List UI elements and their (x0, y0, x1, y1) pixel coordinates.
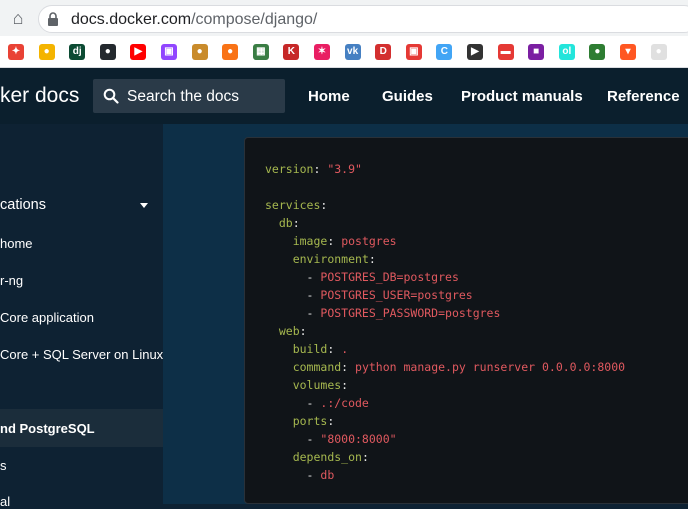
docker-docs-logo[interactable]: ker docs (0, 84, 79, 108)
yaml-image-value: postgres (341, 234, 397, 248)
hat-icon[interactable]: ● (191, 44, 208, 60)
yaml-key-build: build (292, 342, 328, 356)
c-icon[interactable]: C (436, 44, 453, 60)
yaml-key-command: command (292, 360, 342, 374)
d-icon[interactable]: D (375, 44, 392, 60)
yaml-depends-value: db (320, 468, 335, 482)
sidebar: cations home r-ng Core application Core … (0, 124, 163, 509)
k-icon[interactable]: K (283, 44, 300, 60)
yaml-port-value: "8000:8000" (320, 432, 397, 446)
orange-icon[interactable]: ● (222, 44, 239, 60)
nav-guides[interactable]: Guides (382, 88, 433, 105)
sidebar-item-home[interactable]: home (0, 236, 33, 251)
picture-icon[interactable]: ▦ (252, 44, 269, 60)
yaml-key-web: web (278, 324, 300, 338)
search-placeholder: Search the docs (127, 88, 240, 105)
shop-icon[interactable]: ▾ (620, 44, 636, 60)
yaml-version-value: "3.9" (327, 162, 362, 176)
url-host: docs.docker.com (71, 11, 192, 28)
search-icon (103, 88, 119, 104)
yaml-key-services: services (265, 198, 321, 212)
info-icon[interactable]: ● (650, 44, 667, 60)
tv-icon[interactable]: ▣ (405, 44, 422, 60)
bird-icon[interactable]: ● (589, 44, 606, 60)
youtube-icon[interactable]: ▶ (130, 44, 147, 60)
bulb-icon[interactable]: ● (38, 44, 55, 60)
sidebar-item-django-postgresql[interactable]: nd PostgreSQL (0, 421, 95, 436)
yaml-key-db: db (278, 216, 293, 230)
chevron-down-icon[interactable] (140, 203, 148, 208)
star-icon[interactable]: ✶ (314, 44, 330, 60)
nav-product-manuals[interactable]: Product manuals (461, 88, 583, 105)
sidebar-item-s[interactable]: s (0, 458, 7, 473)
url-path: /compose/django/ (191, 11, 318, 28)
nav-reference[interactable]: Reference (607, 88, 680, 105)
yaml-key-depends-on: depends_on (292, 450, 362, 464)
yaml-env-db: POSTGRES_DB=postgres (320, 270, 459, 284)
yaml-key-environment: environment (292, 252, 369, 266)
compose-yaml: version: "3.9" services: db: image: post… (265, 162, 626, 482)
yaml-env-password: POSTGRES_PASSWORD=postgres (320, 306, 501, 320)
browser-toolbar: ⌂ docs.docker.com/compose/django/ (0, 0, 688, 36)
github-icon[interactable]: ● (99, 44, 116, 60)
pinwheel-icon[interactable]: ✦ (8, 44, 24, 60)
twitch-icon[interactable]: ▣ (161, 44, 177, 60)
url-text: docs.docker.com/compose/django/ (71, 11, 317, 29)
yaml-command-value: python manage.py runserver 0.0.0.0:8000 (355, 360, 626, 374)
django-icon[interactable]: dj (69, 44, 86, 60)
nav-home[interactable]: Home (308, 88, 350, 105)
yaml-key-volumes: volumes (292, 378, 342, 392)
sidebar-item-core-application[interactable]: Core application (0, 310, 94, 325)
sidebar-item-r-ng[interactable]: r-ng (0, 273, 23, 288)
yaml-key-image: image (292, 234, 328, 248)
site-header: ker docs Search the docs Home Guides Pro… (0, 68, 688, 124)
yaml-env-user: POSTGRES_USER=postgres (320, 288, 473, 302)
yaml-volume-value: .:/code (320, 396, 369, 410)
search-box[interactable]: Search the docs (93, 79, 285, 113)
sidebar-section-title[interactable]: cations (0, 197, 46, 213)
bookmarks-bar: ✦ ● dj ● ▶ ▣ ● ● ▦ K ✶ vk D ▣ C ▶ ▬ ■ ol ● ▾ ● (0, 36, 688, 68)
yaml-key-ports: ports (292, 414, 328, 428)
lock-icon[interactable] (47, 12, 59, 26)
play-icon[interactable]: ▶ (467, 44, 483, 60)
yaml-key-version: version (265, 162, 314, 176)
sidebar-item-al[interactable]: al (0, 494, 10, 509)
vk-icon[interactable]: vk (344, 44, 361, 60)
address-bar[interactable]: docs.docker.com/compose/django/ (38, 5, 688, 33)
olx-icon[interactable]: ol (558, 44, 575, 60)
sidebar-item-core-sql-server[interactable]: Core + SQL Server on Linux (0, 347, 163, 362)
car-icon[interactable]: ▬ (497, 44, 514, 60)
square-icon[interactable]: ■ (528, 44, 545, 60)
home-icon[interactable]: ⌂ (8, 8, 28, 28)
yaml-build-value: . (341, 342, 349, 356)
